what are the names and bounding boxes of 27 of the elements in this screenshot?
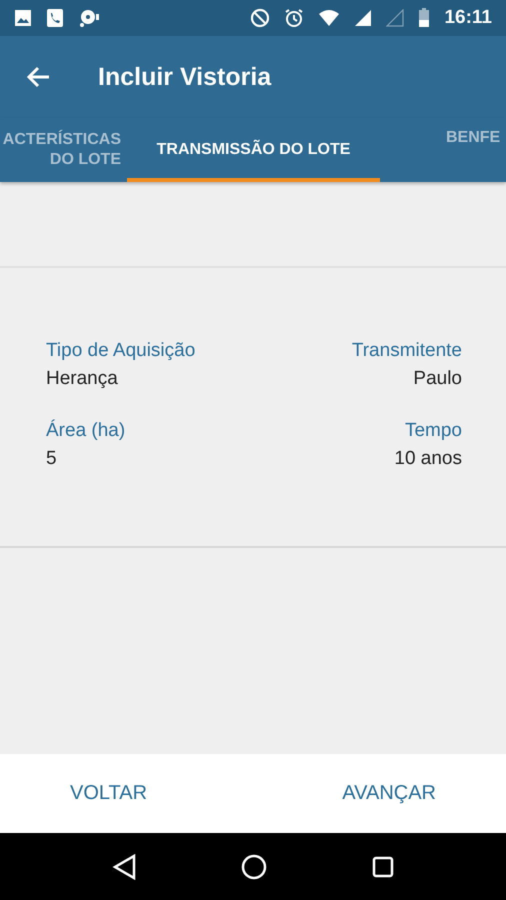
- back-button[interactable]: VOLTAR: [70, 774, 148, 813]
- field-value: Paulo: [413, 368, 462, 390]
- recents-icon[interactable]: [372, 856, 394, 878]
- image-icon: [14, 9, 32, 27]
- home-icon[interactable]: [240, 854, 267, 880]
- tab[interactable]: TRANSMISSÃO DO LOTE: [127, 118, 380, 182]
- field-label: Área (ha): [46, 420, 126, 442]
- screen-title: Incluir Vistoria: [98, 62, 272, 92]
- wifi-icon: [318, 9, 340, 27]
- back-icon[interactable]: [112, 854, 136, 880]
- blocked-icon: [250, 8, 270, 28]
- back-arrow-icon[interactable]: [26, 66, 50, 88]
- battery-icon: [418, 8, 430, 28]
- field-label: Tipo de Aquisição: [46, 340, 196, 362]
- phone-icon: [46, 8, 64, 28]
- field-label: Transmitente: [352, 340, 462, 362]
- field-value: 10 anos: [394, 448, 462, 470]
- clock-time: 16:11: [444, 7, 492, 29]
- no-signal-icon: [386, 9, 404, 27]
- next-button[interactable]: AVANÇAR: [342, 774, 436, 813]
- field-value: Herança: [46, 368, 118, 390]
- tab[interactable]: ACTERÍSTICAS DO LOTE: [0, 118, 127, 182]
- tab[interactable]: BENFE: [380, 118, 506, 182]
- field-value: 5: [46, 448, 57, 470]
- field-label: Tempo: [404, 420, 462, 442]
- signal-icon: [354, 9, 372, 27]
- alarm-icon: [284, 8, 304, 28]
